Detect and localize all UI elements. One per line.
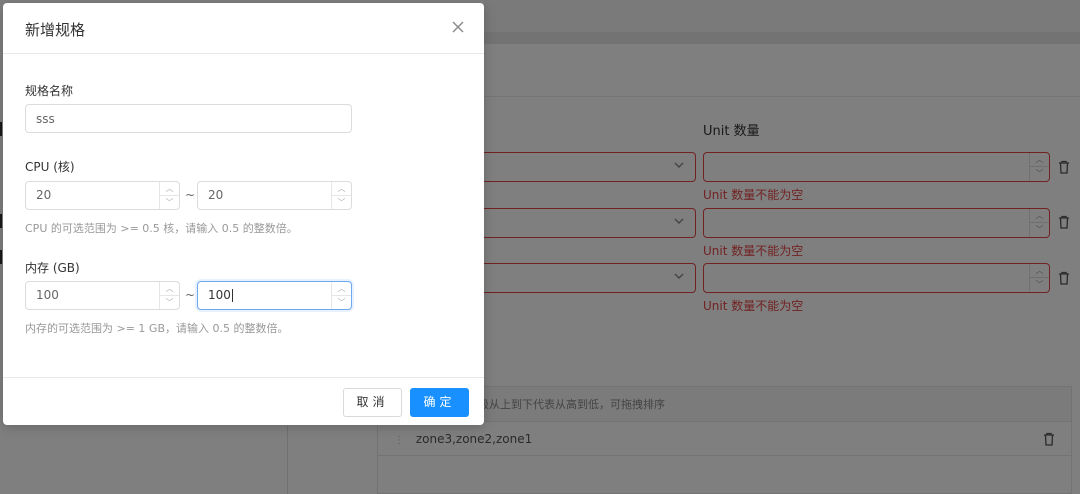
range-separator: ~: [185, 288, 196, 302]
stepper-arrows-icon[interactable]: ︿﹀: [331, 182, 351, 209]
confirm-button[interactable]: 确定: [410, 388, 469, 417]
close-icon[interactable]: [448, 17, 468, 37]
dialog-title: 新增规格: [25, 21, 86, 39]
stepper-arrows-icon[interactable]: ︿﹀: [159, 282, 179, 309]
dialog-footer: 取消 确定: [3, 377, 484, 425]
cpu-hint: CPU 的可选范围为 >= 0.5 核，请输入 0.5 的整数倍。: [25, 222, 298, 235]
stepper-arrows-icon[interactable]: ︿﹀: [159, 182, 179, 209]
dialog-body: 规格名称 CPU (核) 20 ︿﹀ ~ 20 ︿﹀ CPU 的可选范围为 >=…: [3, 54, 484, 377]
spec-name-input[interactable]: [25, 104, 352, 133]
memory-max-value: 100: [208, 288, 231, 302]
memory-min-input[interactable]: 100 ︿ ﹀: [25, 281, 180, 310]
cpu-label: CPU (核): [25, 160, 75, 174]
cpu-max-value: 20: [208, 188, 224, 202]
cpu-min-value: 20: [36, 188, 52, 202]
stepper-arrows-icon[interactable]: ︿﹀: [331, 282, 351, 309]
add-spec-dialog: 新增规格 规格名称 CPU (核) 20 ︿﹀ ~ 20 ︿﹀ CPU 的可选范…: [3, 3, 484, 425]
spec-name-label: 规格名称: [25, 84, 74, 98]
memory-max-field: 100: [208, 282, 233, 309]
cancel-button[interactable]: 取消: [343, 388, 402, 417]
memory-max-input[interactable]: 100 ︿ ﹀: [197, 281, 352, 310]
cpu-min-input[interactable]: 20 ︿ ﹀: [25, 181, 180, 210]
range-separator: ~: [185, 188, 196, 202]
memory-label: 内存 (GB): [25, 261, 80, 275]
text-caret: [231, 289, 233, 302]
dialog-header: 新增规格: [3, 3, 484, 54]
memory-hint: 内存的可选范围为 >= 1 GB，请输入 0.5 的整数倍。: [25, 322, 289, 335]
memory-min-value: 100: [36, 288, 59, 302]
cpu-max-input[interactable]: 20 ︿ ﹀: [197, 181, 352, 210]
